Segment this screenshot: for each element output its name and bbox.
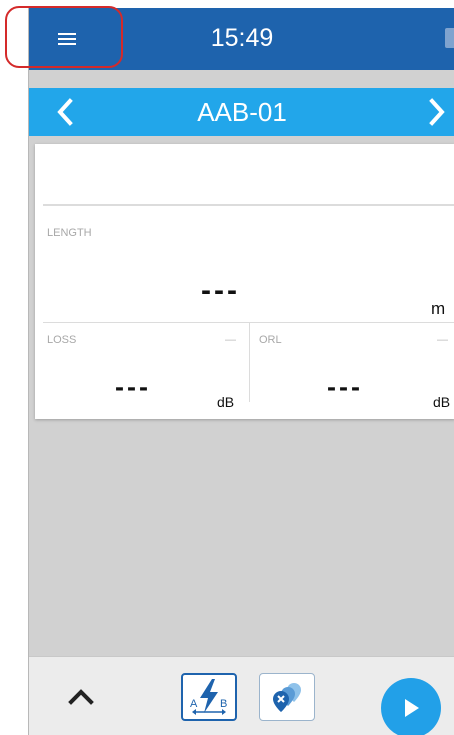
battery-icon <box>445 28 454 48</box>
orl-indicator: — <box>437 334 448 346</box>
tool-letter-a: A <box>190 698 198 710</box>
orl-label: ORL <box>259 334 282 346</box>
divider <box>43 204 454 206</box>
chevron-right-icon <box>429 98 445 126</box>
length-value: --- <box>201 274 240 307</box>
orl-unit: dB <box>433 394 451 410</box>
next-button[interactable] <box>421 96 453 128</box>
app-screen: 15:49 AAB-01 LENGTH --- m LOSS — --- dB … <box>28 8 454 735</box>
loss-label: LOSS <box>47 334 77 346</box>
play-icon <box>405 699 419 717</box>
chevron-up-icon <box>68 689 94 705</box>
orl-value: --- <box>327 372 363 402</box>
divider <box>249 322 250 402</box>
title-bar: AAB-01 <box>29 88 454 136</box>
fault-locator-pins-icon <box>273 683 301 712</box>
loss-value: --- <box>115 372 151 402</box>
loss-indicator: — <box>225 334 236 346</box>
loss-unit: dB <box>217 394 235 410</box>
start-test-button[interactable] <box>381 678 441 735</box>
status-bar: 15:49 <box>29 8 454 70</box>
fault-locator-tool-button[interactable] <box>259 673 315 721</box>
result-card: LENGTH --- m LOSS — --- dB ORL — --- dB <box>35 144 454 419</box>
link-test-tool-button[interactable]: A B <box>181 673 237 721</box>
length-unit: m <box>431 299 446 318</box>
length-label: LENGTH <box>47 227 92 239</box>
expand-button[interactable] <box>65 681 97 711</box>
lightning-ab-icon: A B <box>190 679 227 715</box>
clock-time: 15:49 <box>210 24 274 52</box>
page-title: AAB-01 <box>197 97 287 127</box>
bottom-toolbar: A B <box>29 656 454 735</box>
tool-letter-b: B <box>220 698 227 710</box>
